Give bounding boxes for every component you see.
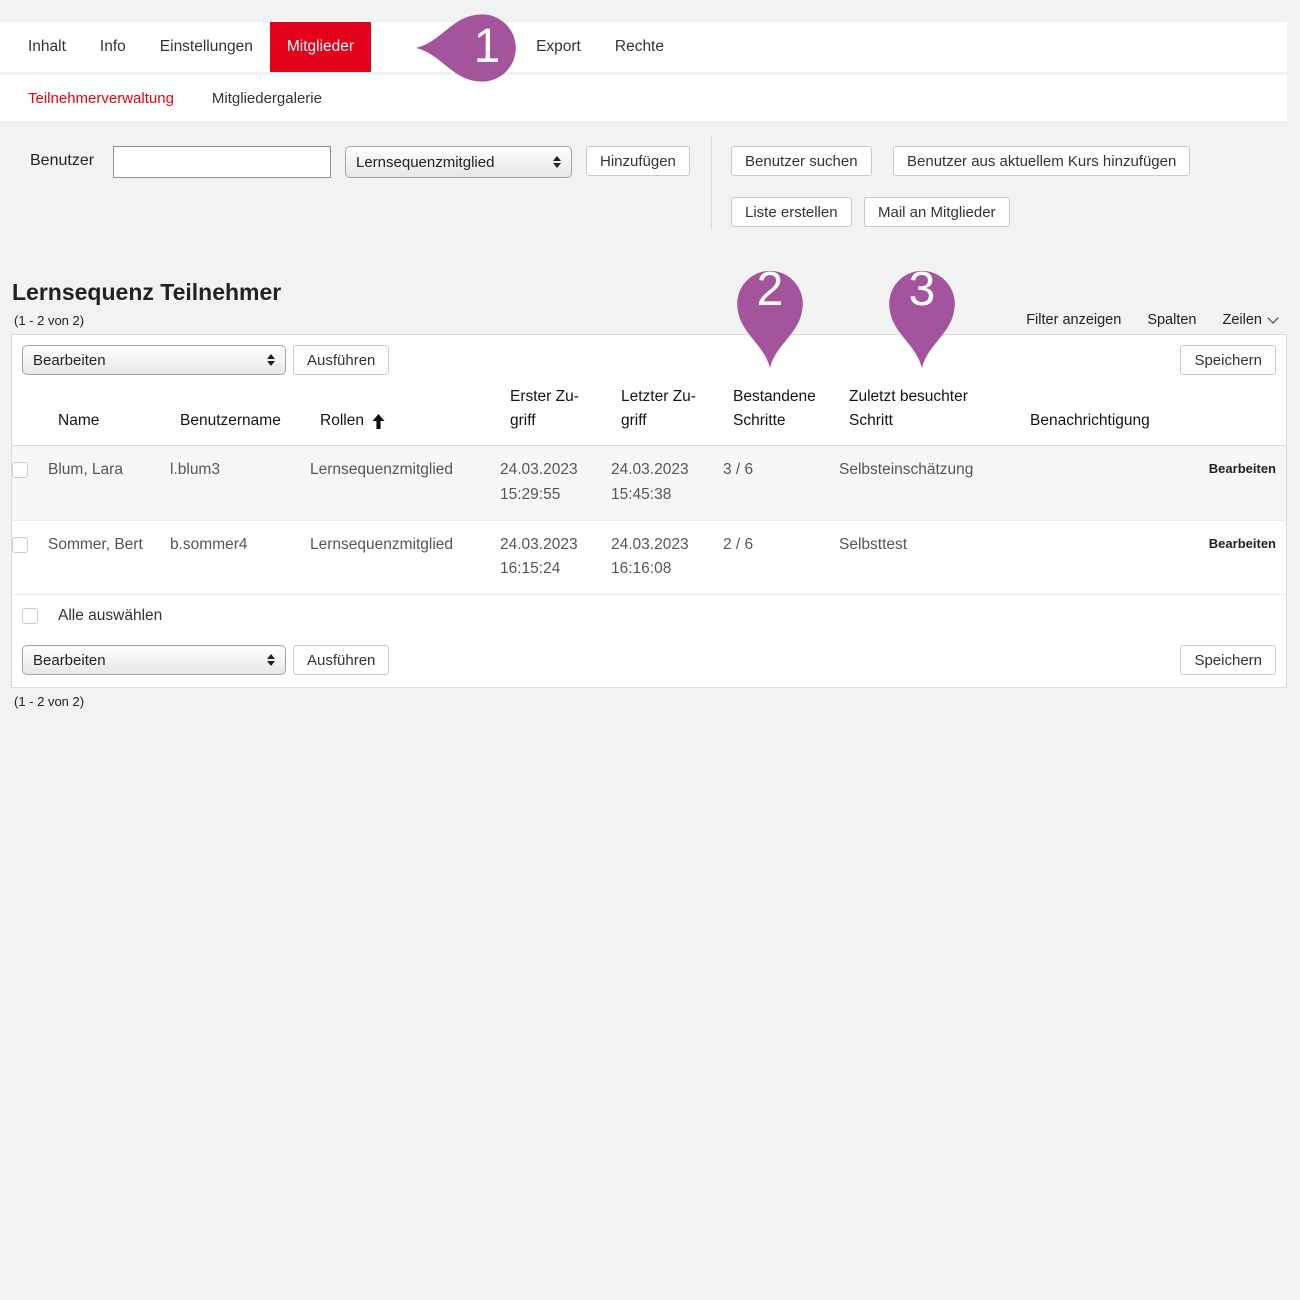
sub-tab-bar: Teilnehmerverwaltung Mitgliedergalerie	[0, 75, 1287, 121]
tab-mitglieder[interactable]: Mitglieder	[270, 22, 371, 72]
add-button[interactable]: Hinzufügen	[586, 146, 690, 176]
annotation-pin-3-icon	[883, 252, 961, 385]
header-username[interactable]: Benutzername	[180, 409, 320, 433]
header-name[interactable]: Name	[58, 409, 180, 433]
header-passed-steps[interactable]: Bestandene Schritte	[733, 385, 849, 433]
cell-username: b.sommer4	[170, 533, 310, 558]
filter-link[interactable]: Filter anzeigen	[1026, 312, 1121, 328]
mail-members-button[interactable]: Mail an Mitglieder	[864, 197, 1010, 227]
table-row: Blum, Lara l.blum3 Lernsequenzmitglied 2…	[12, 446, 1286, 521]
cell-passed-steps: 3 / 6	[723, 458, 839, 483]
result-count-top: (1 - 2 von 2)	[14, 313, 84, 328]
main-tab-bar: Inhalt Info Einstellungen Mitglieder Exp…	[0, 22, 1287, 72]
select-arrows-icon	[267, 354, 275, 366]
row-edit-link[interactable]: Bearbeiten	[1209, 458, 1286, 476]
benutzer-label: Benutzer	[30, 152, 94, 170]
page-title: Lernsequenz Teilnehmer	[12, 279, 281, 306]
header-notification[interactable]: Benachrichtigung	[1030, 409, 1196, 433]
cell-first-access: 24.03.2023 15:29:55	[500, 458, 611, 508]
sort-ascending-icon	[372, 414, 385, 429]
cell-passed-steps: 2 / 6	[723, 533, 839, 558]
header-first-access[interactable]: Erster Zu- griff	[510, 385, 621, 433]
cell-role: Lernsequenzmitglied	[310, 458, 500, 483]
save-button-top[interactable]: Speichern	[1180, 345, 1276, 375]
create-list-button[interactable]: Liste erstellen	[731, 197, 852, 227]
cell-last-visited-step: Selbsteinschätzung	[839, 458, 1020, 483]
rows-link-label: Zeilen	[1223, 312, 1263, 328]
cell-role: Lernsequenzmitglied	[310, 533, 500, 558]
annotation-pin-2-icon	[731, 252, 809, 385]
select-arrows-icon	[553, 156, 561, 168]
header-last-visited-step[interactable]: Zuletzt besuchter Schritt	[849, 385, 1030, 433]
result-count-bottom: (1 - 2 von 2)	[14, 694, 84, 709]
header-roles[interactable]: Rollen	[320, 409, 510, 433]
subtab-mitgliedergalerie[interactable]: Mitgliedergalerie	[212, 90, 322, 107]
tab-einstellungen[interactable]: Einstellungen	[143, 22, 270, 72]
header-roles-label: Rollen	[320, 409, 364, 433]
table-header-row: Name Benutzername Rollen Erster Zu- grif…	[12, 385, 1286, 446]
role-select-value: Lernsequenzmitglied	[356, 154, 494, 171]
tab-info[interactable]: Info	[83, 22, 143, 72]
annotation-pin-1-icon	[401, 8, 533, 88]
cell-last-access: 24.03.2023 15:45:38	[611, 458, 723, 508]
cell-username: l.blum3	[170, 458, 310, 483]
search-users-button[interactable]: Benutzer suchen	[731, 146, 872, 176]
select-all-row: Alle auswählen	[12, 595, 1286, 637]
benutzer-input[interactable]	[113, 146, 331, 178]
bulk-toolbar-top: Bearbeiten Ausführen Speichern	[22, 345, 1276, 375]
rows-link[interactable]: Zeilen	[1223, 312, 1278, 328]
table-row: Sommer, Bert b.sommer4 Lernsequenzmitgli…	[12, 521, 1286, 596]
cell-last-access: 24.03.2023 16:16:08	[611, 533, 723, 583]
save-button-bottom[interactable]: Speichern	[1180, 645, 1276, 675]
bulk-action-value-top: Bearbeiten	[33, 352, 106, 369]
cell-name: Blum, Lara	[48, 458, 170, 483]
columns-link[interactable]: Spalten	[1147, 312, 1196, 328]
select-all-checkbox[interactable]	[22, 608, 38, 624]
row-edit-link[interactable]: Bearbeiten	[1209, 533, 1286, 551]
form-divider	[711, 135, 712, 230]
bulk-action-select-top[interactable]: Bearbeiten	[22, 345, 286, 375]
add-from-course-button[interactable]: Benutzer aus aktuellem Kurs hinzufügen	[893, 146, 1190, 176]
tab-rechte[interactable]: Rechte	[598, 22, 681, 72]
bulk-action-value-bottom: Bearbeiten	[33, 652, 106, 669]
row-checkbox[interactable]	[12, 537, 28, 553]
bulk-toolbar-bottom: Bearbeiten Ausführen Speichern	[22, 645, 1276, 675]
tab-inhalt[interactable]: Inhalt	[11, 22, 83, 72]
cell-first-access: 24.03.2023 16:15:24	[500, 533, 611, 583]
members-table: Bearbeiten Ausführen Speichern Name Benu…	[11, 334, 1287, 688]
header-last-access[interactable]: Letzter Zu- griff	[621, 385, 733, 433]
execute-button-bottom[interactable]: Ausführen	[293, 645, 389, 675]
row-checkbox[interactable]	[12, 462, 28, 478]
chevron-down-icon	[1267, 312, 1278, 323]
execute-button-top[interactable]: Ausführen	[293, 345, 389, 375]
select-all-label: Alle auswählen	[58, 607, 162, 625]
bulk-action-select-bottom[interactable]: Bearbeiten	[22, 645, 286, 675]
table-options: Filter anzeigen Spalten Zeilen	[1026, 312, 1277, 328]
select-arrows-icon	[267, 654, 275, 666]
cell-name: Sommer, Bert	[48, 533, 170, 558]
subtab-teilnehmerverwaltung[interactable]: Teilnehmerverwaltung	[28, 90, 174, 107]
cell-last-visited-step: Selbsttest	[839, 533, 1020, 558]
role-select[interactable]: Lernsequenzmitglied	[345, 146, 572, 178]
